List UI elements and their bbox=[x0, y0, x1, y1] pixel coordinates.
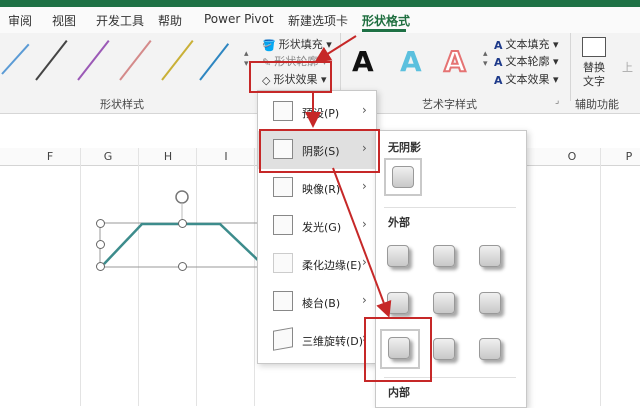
arrow-to-outer-shadow bbox=[332, 167, 392, 318]
arrow-to-effects bbox=[314, 35, 357, 63]
annotation-arrows bbox=[305, 35, 392, 318]
